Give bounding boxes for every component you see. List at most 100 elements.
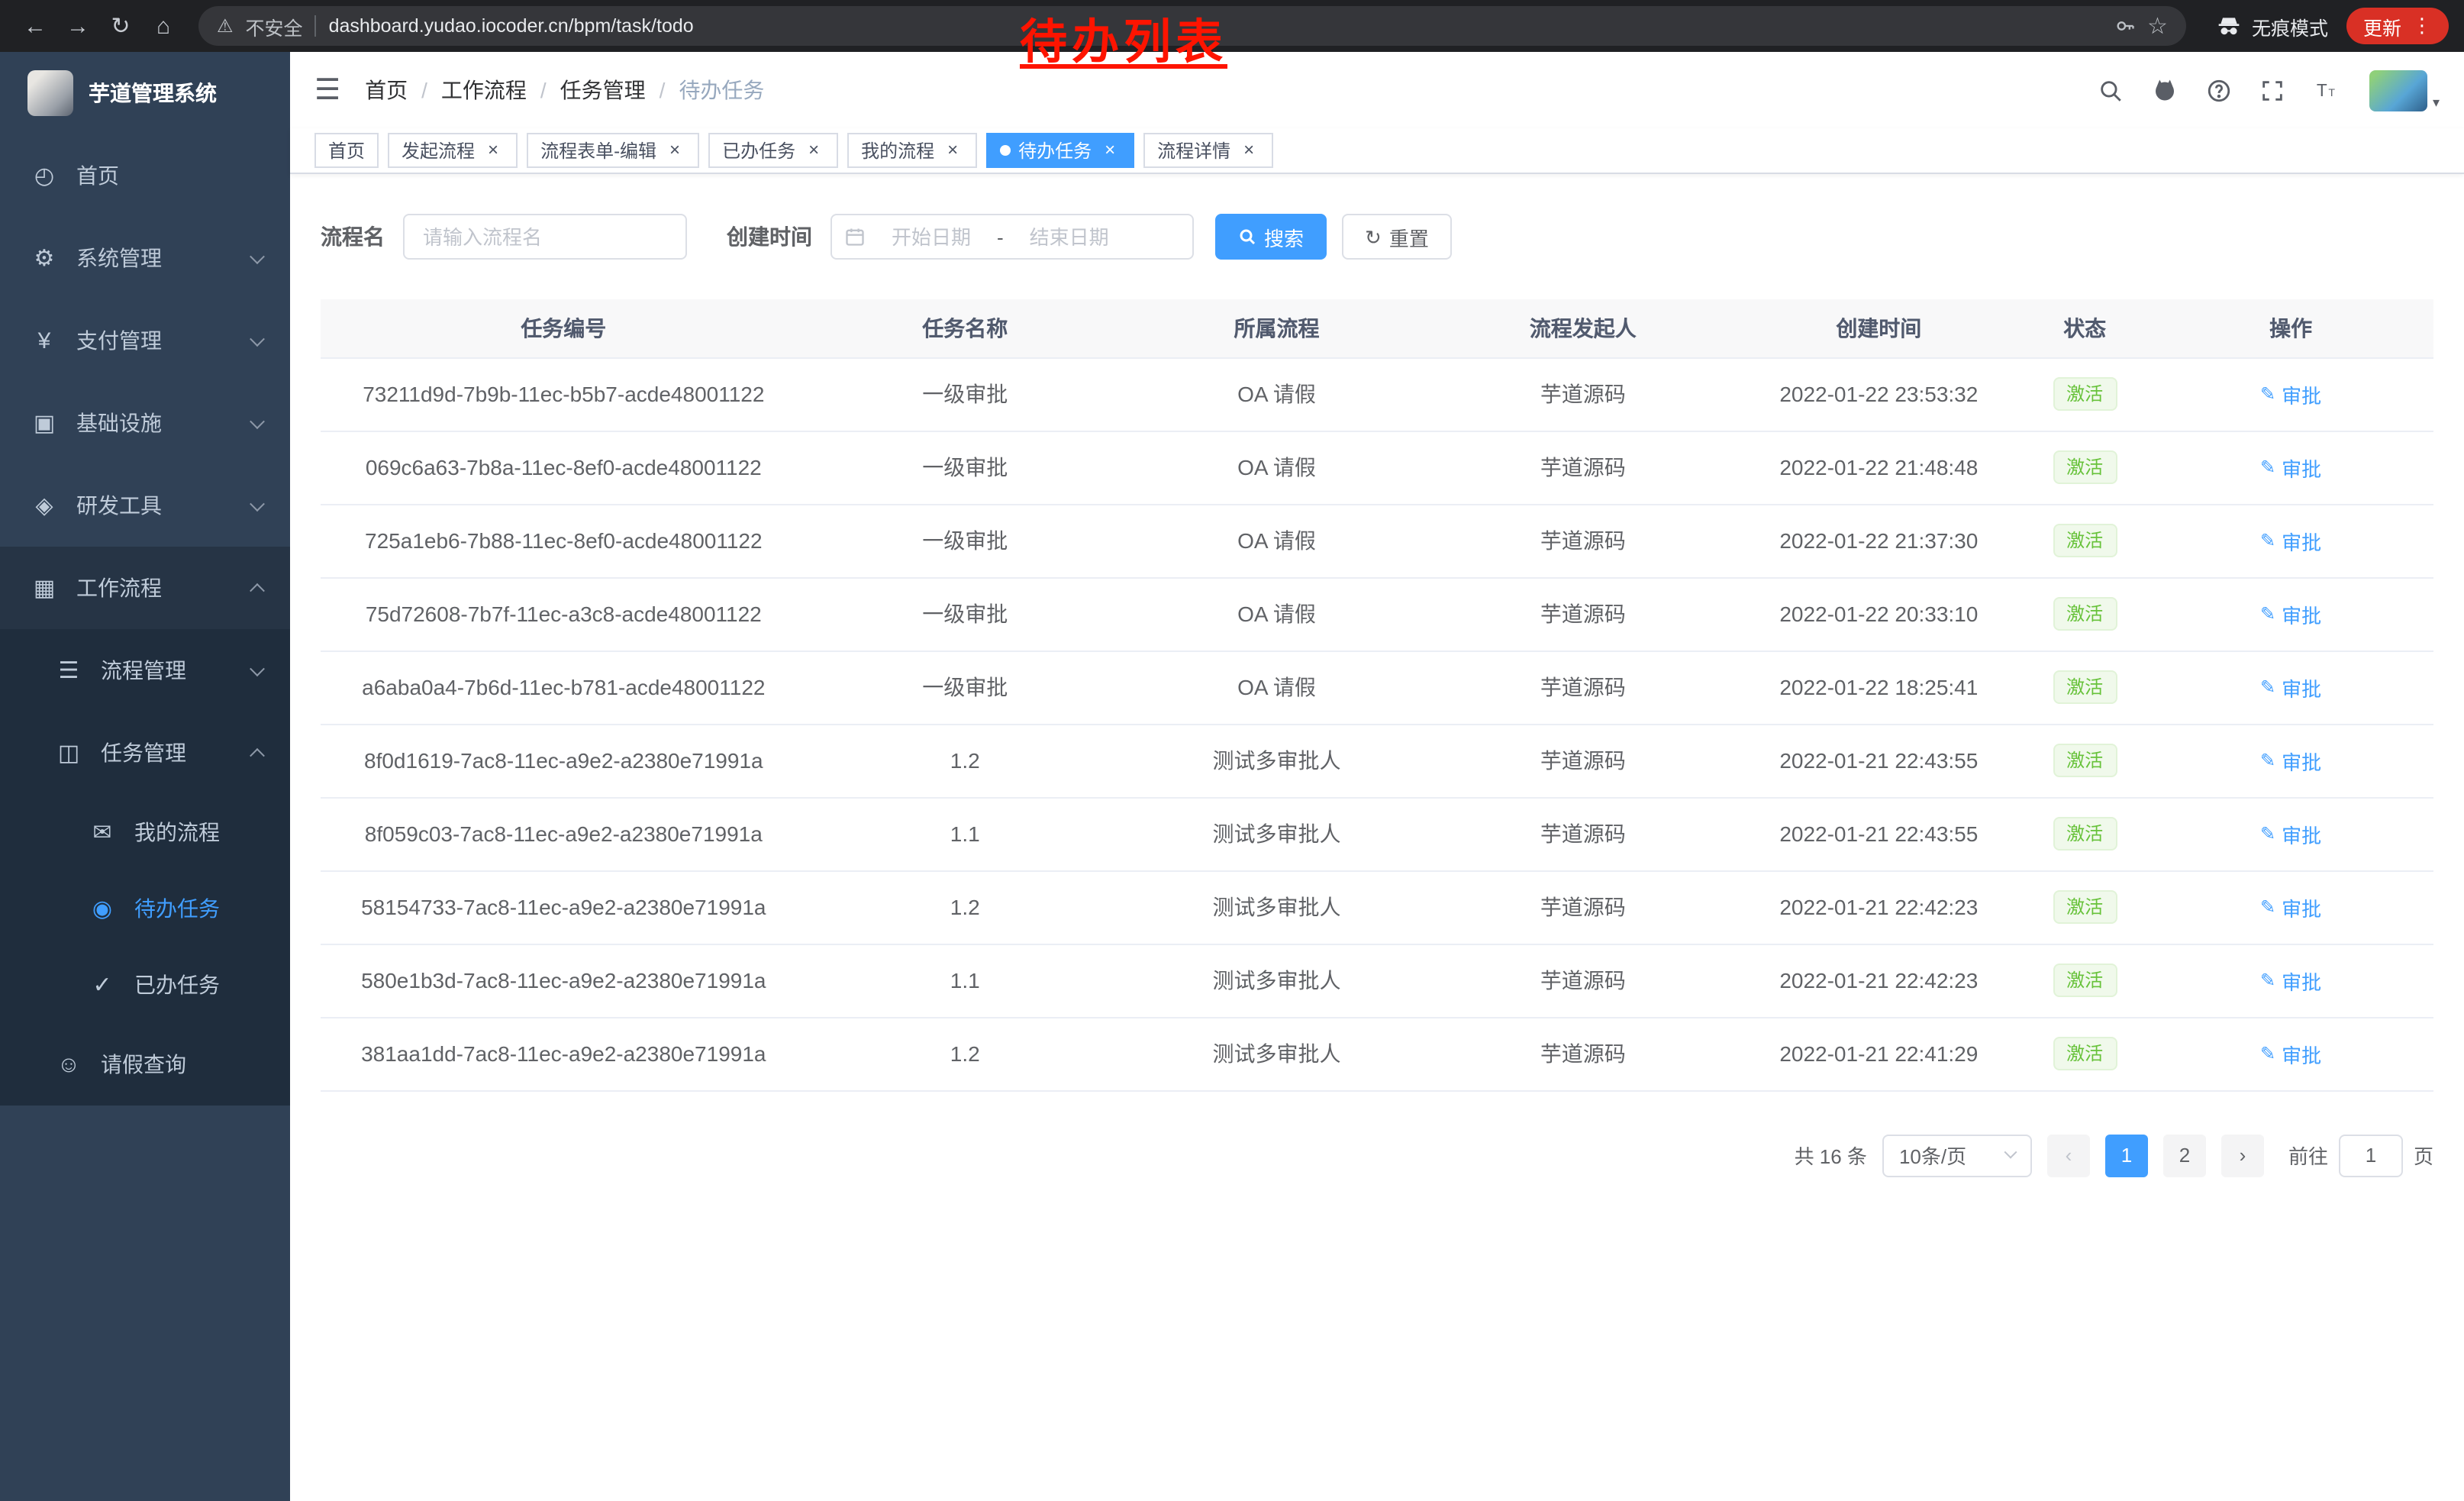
tab[interactable]: 流程详情 ×	[1143, 133, 1273, 168]
task-table: 任务编号 任务名称 所属流程 流程发起人 创建时间 状态 操作 73211d9d…	[321, 299, 2433, 1091]
cell-actions: ✎ 审批	[2148, 944, 2433, 1017]
browser-menu-icon[interactable]: ⋮	[2412, 14, 2432, 38]
pagination: 共 16 条 10条/页 ‹ 1 2 › 前往 页	[321, 1134, 2433, 1177]
approve-link[interactable]: ✎ 审批	[2260, 1039, 2321, 1068]
sidebar-item-payment[interactable]: ¥ 支付管理	[0, 299, 290, 382]
key-icon[interactable]	[2114, 15, 2135, 37]
bookmark-star-icon[interactable]: ☆	[2147, 12, 2168, 40]
sidebar-item-process-mgmt[interactable]: ☰ 流程管理	[0, 629, 290, 712]
sidebar-item-devtools[interactable]: ◈ 研发工具	[0, 464, 290, 547]
cell-starter: 芋道源码	[1430, 504, 1736, 577]
tab-label: 流程详情	[1157, 137, 1230, 163]
tab-close-icon[interactable]: ×	[1238, 140, 1259, 161]
status-badge: 激活	[2053, 817, 2117, 851]
cell-process: 测试多审批人	[1124, 944, 1430, 1017]
col-task-name: 任务名称	[807, 299, 1124, 357]
approve-link[interactable]: ✎ 审批	[2260, 819, 2321, 848]
github-icon[interactable]	[2152, 76, 2179, 104]
approve-link[interactable]: ✎ 审批	[2260, 746, 2321, 775]
approve-link[interactable]: ✎ 审批	[2260, 893, 2321, 922]
sidebar-item-system[interactable]: ⚙ 系统管理	[0, 217, 290, 299]
tab-close-icon[interactable]: ×	[803, 140, 824, 161]
next-page-button[interactable]: ›	[2221, 1134, 2264, 1177]
tab-close-icon[interactable]: ×	[482, 140, 504, 161]
approve-link[interactable]: ✎ 审批	[2260, 599, 2321, 628]
browser-forward-button[interactable]: →	[58, 6, 98, 46]
approve-link[interactable]: ✎ 审批	[2260, 453, 2321, 482]
browser-refresh-button[interactable]: ↻	[101, 6, 140, 46]
cell-status: 激活	[2021, 431, 2148, 504]
sidebar-item-done-task[interactable]: ✓ 已办任务	[0, 947, 290, 1023]
create-time-label: 创建时间	[727, 221, 812, 252]
table-row: 725a1eb6-7b88-11ec-8ef0-acde48001122 一级审…	[321, 504, 2433, 577]
table-row: 75d72608-7b7f-11ec-a3c8-acde48001122 一级审…	[321, 577, 2433, 650]
breadcrumb-home[interactable]: 首页	[365, 75, 441, 105]
cell-create-time: 2022-01-22 23:53:32	[1737, 357, 2022, 431]
date-range-picker[interactable]: -	[830, 214, 1194, 260]
approve-link[interactable]: ✎ 审批	[2260, 526, 2321, 555]
sidebar-collapse-icon[interactable]: ☰	[314, 73, 340, 108]
approve-link[interactable]: ✎ 审批	[2260, 966, 2321, 995]
breadcrumb-task-mgmt[interactable]: 任务管理	[560, 75, 679, 105]
tab[interactable]: 流程表单-编辑 ×	[527, 133, 699, 168]
search-icon[interactable]	[2098, 77, 2124, 103]
tab-close-icon[interactable]: ×	[664, 140, 685, 161]
status-badge: 激活	[2053, 597, 2117, 631]
breadcrumb-workflow[interactable]: 工作流程	[441, 75, 560, 105]
tab[interactable]: 发起流程 ×	[388, 133, 518, 168]
goto-page-input[interactable]	[2339, 1134, 2403, 1177]
search-button-icon	[1238, 228, 1256, 246]
search-button[interactable]: 搜索	[1215, 214, 1327, 260]
approve-link[interactable]: ✎ 审批	[2260, 379, 2321, 408]
cell-create-time: 2022-01-22 21:37:30	[1737, 504, 2022, 577]
tab[interactable]: 待办任务 ×	[986, 133, 1134, 168]
cell-task-name: 一级审批	[807, 650, 1124, 724]
sidebar-item-todo-task[interactable]: ◉ 待办任务	[0, 870, 290, 947]
cell-process: OA 请假	[1124, 504, 1430, 577]
cell-process: OA 请假	[1124, 431, 1430, 504]
page-button-1[interactable]: 1	[2105, 1134, 2148, 1177]
approve-label: 审批	[2282, 746, 2321, 775]
cell-starter: 芋道源码	[1430, 577, 1736, 650]
cell-task-id: 069c6a63-7b8a-11ec-8ef0-acde48001122	[321, 431, 807, 504]
page-button-2[interactable]: 2	[2163, 1134, 2206, 1177]
check-icon: ✓	[89, 971, 116, 999]
process-name-input[interactable]	[403, 214, 687, 260]
tab-close-icon[interactable]: ×	[1099, 140, 1121, 161]
cell-actions: ✎ 审批	[2148, 504, 2433, 577]
sidebar-item-my-process[interactable]: ✉ 我的流程	[0, 794, 290, 870]
eye-icon: ◉	[89, 895, 116, 922]
sidebar-item-task-mgmt[interactable]: ◫ 任务管理	[0, 712, 290, 794]
status-badge: 激活	[2053, 670, 2117, 704]
reset-button[interactable]: ↻ 重置	[1342, 214, 1452, 260]
browser-back-button[interactable]: ←	[15, 6, 55, 46]
prev-page-button[interactable]: ‹	[2047, 1134, 2090, 1177]
fullscreen-icon[interactable]	[2260, 77, 2286, 103]
sidebar-item-workflow[interactable]: ▦ 工作流程	[0, 547, 290, 629]
update-chip[interactable]: 更新 ⋮	[2346, 8, 2449, 44]
cell-create-time: 2022-01-21 22:41:29	[1737, 1017, 2022, 1090]
monitor-icon: ▣	[31, 409, 58, 437]
font-size-icon[interactable]: T T	[2314, 77, 2343, 103]
cell-status: 激活	[2021, 944, 2148, 1017]
tab-close-icon[interactable]: ×	[942, 140, 963, 161]
status-badge: 激活	[2053, 890, 2117, 924]
user-avatar[interactable]: ▾	[2370, 69, 2440, 111]
approve-link[interactable]: ✎ 审批	[2260, 673, 2321, 702]
tab[interactable]: 我的流程 ×	[847, 133, 977, 168]
cell-status: 激活	[2021, 650, 2148, 724]
table-row: 58154733-7ac8-11ec-a9e2-a2380e71991a 1.2…	[321, 870, 2433, 944]
end-date-input[interactable]	[1010, 225, 1129, 248]
sidebar-item-leave-query[interactable]: ☺ 请假查询	[0, 1023, 290, 1106]
page-size-select[interactable]: 10条/页	[1882, 1134, 2032, 1177]
tab[interactable]: 已办任务 ×	[708, 133, 838, 168]
sidebar-item-infra[interactable]: ▣ 基础设施	[0, 382, 290, 464]
help-icon[interactable]	[2207, 77, 2233, 103]
approve-label: 审批	[2282, 453, 2321, 482]
chevron-up-icon	[252, 583, 263, 593]
tab[interactable]: 首页	[314, 133, 379, 168]
browser-home-button[interactable]: ⌂	[144, 6, 183, 46]
sidebar-item-home[interactable]: ◴ 首页	[0, 134, 290, 217]
start-date-input[interactable]	[872, 225, 991, 248]
cell-task-name: 一级审批	[807, 577, 1124, 650]
